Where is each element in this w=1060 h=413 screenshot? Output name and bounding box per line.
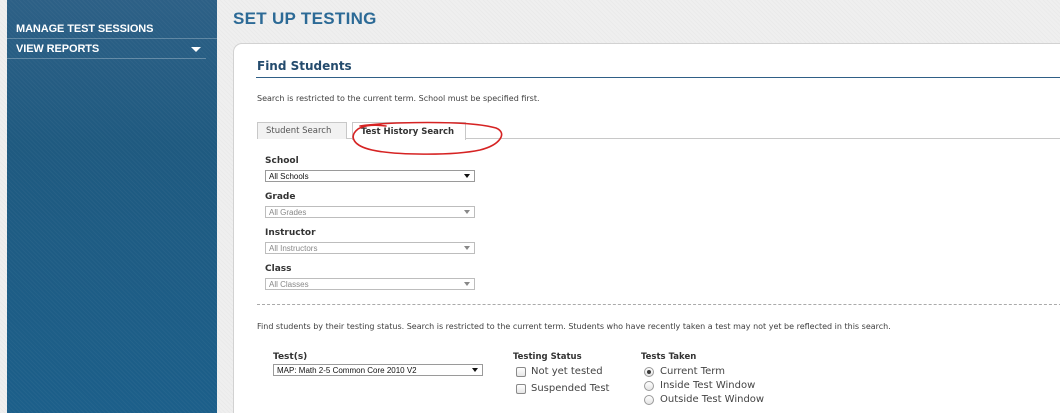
class-label: Class xyxy=(265,264,292,274)
radio-label: Outside Test Window xyxy=(660,394,765,405)
chevron-down-icon xyxy=(472,368,478,372)
chevron-down-icon xyxy=(464,282,470,286)
class-select-value: All Classes xyxy=(269,279,309,289)
instructor-select[interactable]: All Instructors xyxy=(265,242,475,254)
page-title: SET UP TESTING xyxy=(233,9,377,28)
tab-label: Student Search xyxy=(266,126,332,136)
current-term-radio[interactable]: Current Term xyxy=(644,366,725,377)
radio-label: Inside Test Window xyxy=(660,380,756,391)
grade-select-value: All Grades xyxy=(269,207,307,217)
inside-test-window-radio[interactable]: Inside Test Window xyxy=(644,380,755,391)
testing-status-label: Testing Status xyxy=(513,352,582,362)
radio-button[interactable] xyxy=(644,394,654,405)
instructor-select-value: All Instructors xyxy=(269,243,318,253)
title-divider xyxy=(256,77,1060,78)
grade-select[interactable]: All Grades xyxy=(265,206,475,218)
not-yet-tested-checkbox[interactable]: Not yet tested xyxy=(516,366,603,377)
search-tabs: Student Search Test History Search xyxy=(257,122,1060,140)
instructor-label: Instructor xyxy=(265,228,316,238)
tests-taken-label: Tests Taken xyxy=(641,352,697,362)
sidebar-item-label: MANAGE TEST SESSIONS xyxy=(16,22,154,35)
outside-test-window-radio[interactable]: Outside Test Window xyxy=(644,394,764,405)
testing-status-note: Find students by their testing status. S… xyxy=(257,322,891,331)
section-divider xyxy=(257,304,1060,305)
app-root: MANAGE TEST SESSIONS VIEW REPORTS SET UP… xyxy=(0,0,1060,413)
tests-select[interactable]: MAP: Math 2-5 Common Core 2010 V2 xyxy=(273,364,483,376)
tests-select-value: MAP: Math 2-5 Common Core 2010 V2 xyxy=(277,365,417,375)
caret-down-icon[interactable] xyxy=(191,47,201,52)
checkbox-box[interactable] xyxy=(516,383,526,394)
school-select-value: All Schools xyxy=(269,171,309,181)
chevron-down-icon xyxy=(464,210,470,214)
panel-title: Find Students xyxy=(257,59,352,73)
school-label: School xyxy=(265,156,299,166)
checkbox-label: Suspended Test xyxy=(531,383,610,394)
sidebar-item-label: VIEW REPORTS xyxy=(16,42,100,55)
suspended-test-checkbox[interactable]: Suspended Test xyxy=(516,383,609,394)
tab-label: Test History Search xyxy=(361,126,455,137)
chevron-down-icon xyxy=(464,246,470,250)
tab-student-search[interactable]: Student Search xyxy=(257,122,347,139)
sidebar: MANAGE TEST SESSIONS VIEW REPORTS xyxy=(7,0,217,413)
sidebar-item-view-reports[interactable]: VIEW REPORTS xyxy=(7,38,217,58)
radio-button[interactable] xyxy=(644,366,654,377)
tab-test-history-search[interactable]: Test History Search xyxy=(352,122,466,140)
checkbox-label: Not yet tested xyxy=(531,366,603,377)
school-select[interactable]: All Schools xyxy=(265,170,475,182)
checkbox-box[interactable] xyxy=(516,366,526,377)
radio-label: Current Term xyxy=(660,366,725,377)
radio-button[interactable] xyxy=(644,380,654,391)
tests-label: Test(s) xyxy=(273,352,308,362)
class-select[interactable]: All Classes xyxy=(265,278,475,290)
restriction-note: Search is restricted to the current term… xyxy=(257,94,540,103)
grade-label: Grade xyxy=(265,192,296,202)
sidebar-divider xyxy=(7,58,206,59)
chevron-down-icon xyxy=(464,174,470,178)
sidebar-item-manage-test-sessions[interactable]: MANAGE TEST SESSIONS xyxy=(7,19,217,38)
find-students-panel: Find Students Search is restricted to th… xyxy=(233,43,1060,413)
